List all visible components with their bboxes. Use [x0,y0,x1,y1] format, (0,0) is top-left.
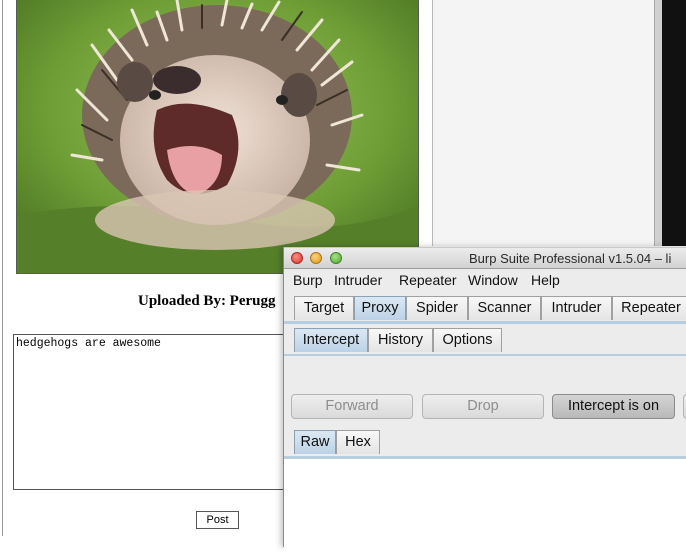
tab-spider[interactable]: Spider [406,296,468,320]
tab-intercept[interactable]: Intercept [294,328,368,352]
tab-scanner[interactable]: Scanner [468,296,541,320]
hedgehog-photo-image [17,0,418,273]
message-tab-bar: Raw Hex [284,428,686,459]
proxy-tab-bar: Intercept History Options [284,327,686,356]
tab-raw[interactable]: Raw [294,430,336,454]
tab-intruder[interactable]: Intruder [541,296,612,320]
tab-proxy[interactable]: Proxy [354,296,406,320]
post-button[interactable]: Post [196,511,239,529]
drop-button[interactable]: Drop [422,394,544,419]
menu-burp[interactable]: Burp [293,272,323,288]
background-window-edge [662,0,686,246]
intercept-toggle-button[interactable]: Intercept is on [552,394,675,419]
uploaded-by-label: Uploaded By: Perugg [138,293,276,309]
main-tab-bar: Target Proxy Spider Scanner Intruder Rep… [284,295,686,324]
window-titlebar[interactable]: Burp Suite Professional v1.5.04 – li [284,247,686,269]
tab-hex[interactable]: Hex [336,430,380,454]
maximize-window-icon[interactable] [330,252,342,264]
tab-target[interactable]: Target [294,296,354,320]
forward-button[interactable]: Forward [291,394,413,419]
menu-window[interactable]: Window [468,272,518,288]
menu-intruder[interactable]: Intruder [334,272,382,288]
message-editor[interactable] [284,459,686,559]
comment-textarea[interactable]: hedgehogs are awesome [13,334,313,490]
tab-repeater[interactable]: Repeater [612,296,686,320]
menu-repeater[interactable]: Repeater [399,272,457,288]
close-window-icon[interactable] [291,252,303,264]
tab-history[interactable]: History [368,328,433,352]
minimize-window-icon[interactable] [310,252,322,264]
page-border [2,0,3,536]
window-title: Burp Suite Professional v1.5.04 – li [469,251,672,266]
menu-bar: Burp Intruder Repeater Window Help [284,269,686,291]
tab-options[interactable]: Options [433,328,502,352]
burp-suite-window: Burp Suite Professional v1.5.04 – li Bur… [283,247,686,559]
menu-help[interactable]: Help [531,272,560,288]
sidebar-panel [432,0,655,246]
hedgehog-photo [16,0,419,274]
